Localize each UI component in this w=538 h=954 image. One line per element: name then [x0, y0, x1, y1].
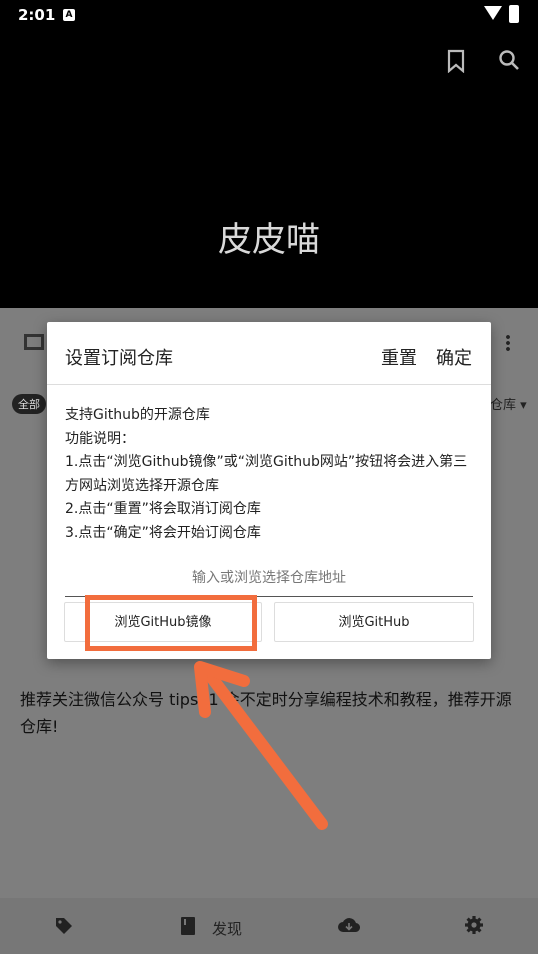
highlight-box	[85, 595, 257, 651]
bookmark-icon[interactable]	[446, 49, 466, 73]
settings-gear-icon[interactable]	[464, 915, 484, 935]
store-icon[interactable]	[24, 334, 44, 350]
bottom-nav: 发现	[0, 898, 538, 954]
confirm-button[interactable]: 确定	[436, 344, 472, 370]
status-bar: 2:01 A	[0, 0, 538, 32]
browse-github-button[interactable]: 浏览GitHub	[274, 602, 474, 642]
app-title: 皮皮喵	[218, 220, 320, 260]
app-header: 皮皮喵	[0, 32, 538, 308]
reset-button[interactable]: 重置	[381, 344, 417, 370]
notification-a-icon: A	[63, 9, 75, 21]
status-time: 2:01	[18, 6, 56, 24]
cloud-download-icon[interactable]	[338, 916, 360, 934]
dialog-divider	[47, 384, 491, 385]
battery-icon	[509, 5, 519, 23]
tag-icon[interactable]	[54, 916, 74, 936]
book-icon[interactable]	[180, 916, 196, 936]
wifi-icon	[484, 6, 502, 20]
dialog-description: 支持Github的开源仓库 功能说明： 1.点击“浏览Github镜像”或“浏览…	[65, 407, 468, 541]
repo-dropdown[interactable]: 仓库 ▾	[490, 394, 527, 413]
recommend-text: 推荐关注微信公众号 tips21 会不定时分享编程技术和教程，推荐开源仓库!	[20, 690, 512, 736]
nav-discover-label[interactable]: 发现	[212, 918, 242, 939]
search-icon[interactable]	[498, 49, 520, 71]
repo-address-input[interactable]	[65, 558, 473, 597]
more-vert-icon[interactable]	[506, 334, 510, 352]
filter-chip-all[interactable]: 全部	[12, 394, 46, 414]
dialog-title: 设置订阅仓库	[65, 348, 173, 369]
